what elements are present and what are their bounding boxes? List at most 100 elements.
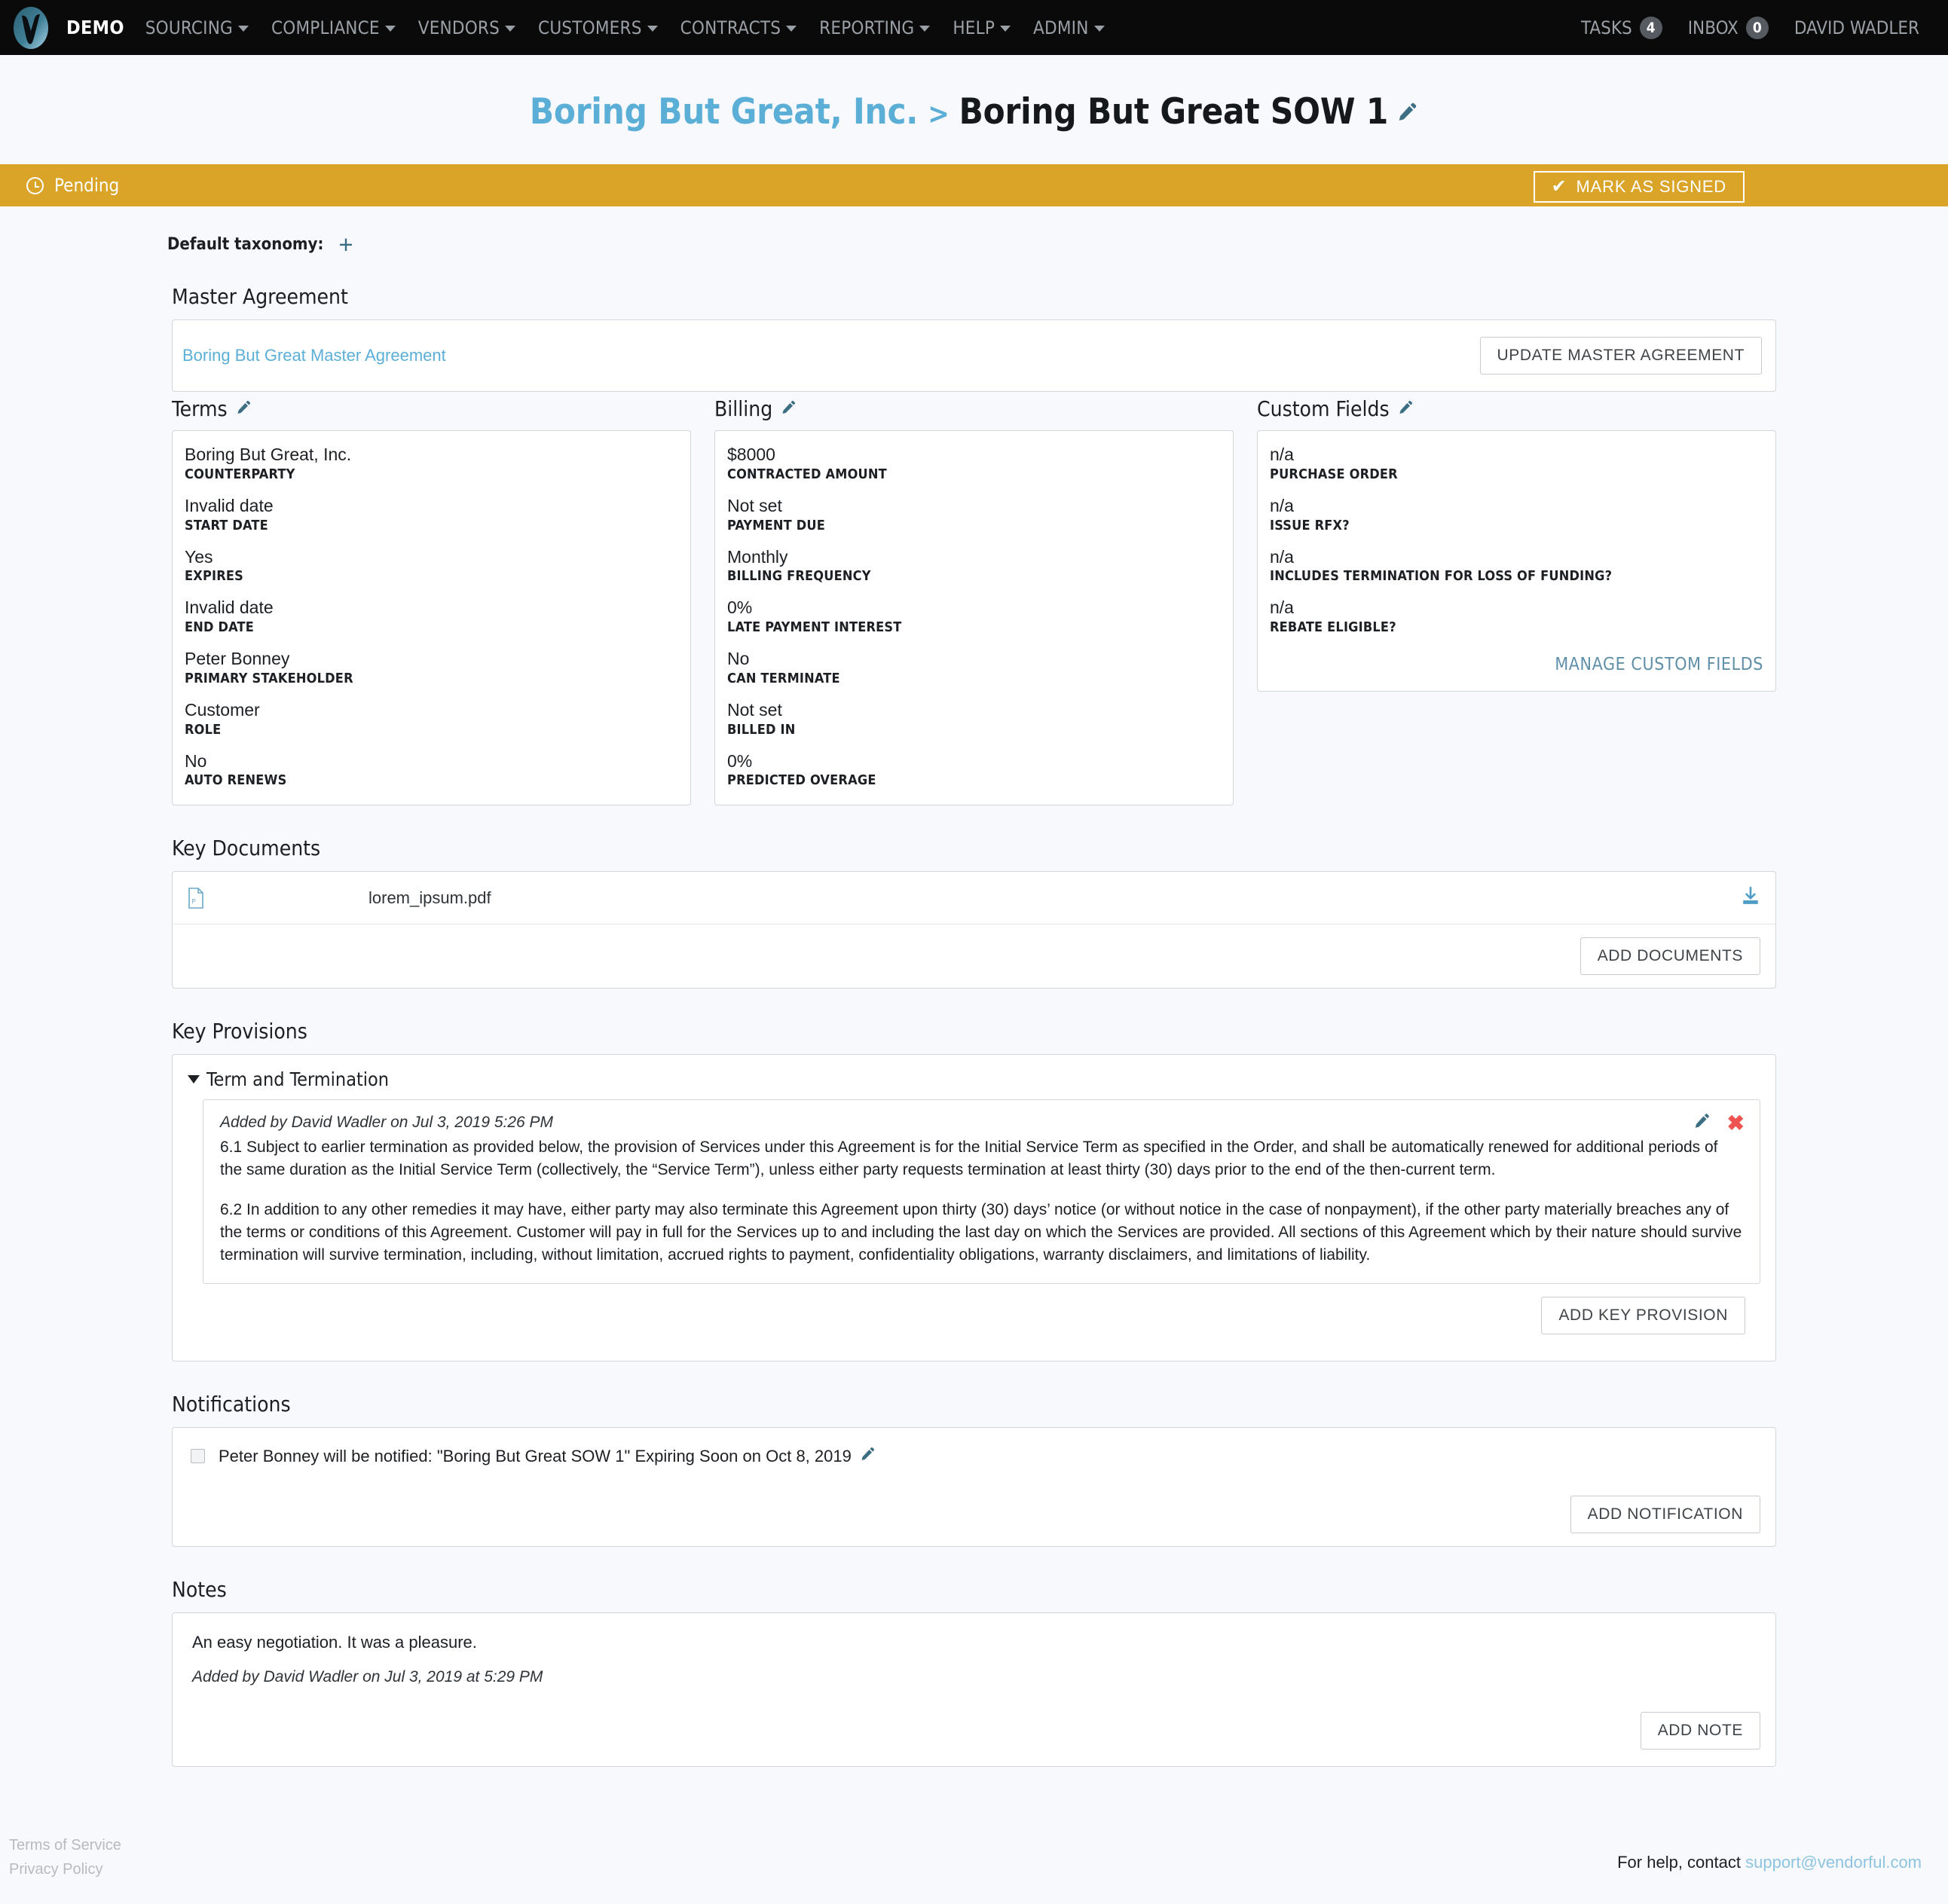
field-value: n/a: [1270, 546, 1294, 567]
key-provision-group-toggle[interactable]: Term and Termination: [188, 1068, 1760, 1090]
field-value: No: [727, 649, 750, 668]
app-logo[interactable]: [8, 0, 54, 55]
update-master-agreement-button[interactable]: UPDATE MASTER AGREEMENT: [1479, 337, 1762, 374]
master-agreement-heading: Master Agreement: [172, 284, 348, 309]
terms-field: Invalid date START DATE: [185, 495, 678, 533]
delete-key-provision-close-icon[interactable]: ✖: [1727, 1112, 1745, 1134]
pdf-file-icon: P: [188, 887, 218, 909]
nav-item-label: VENDORS: [417, 17, 500, 38]
field-value: Customer: [185, 699, 260, 720]
terms-field: Yes EXPIRES: [185, 546, 678, 585]
custom-fields-heading-row: Custom Fields: [1257, 396, 1776, 421]
notifications-panel: Peter Bonney will be notified: "Boring B…: [172, 1427, 1776, 1548]
status-indicator: Pending: [26, 175, 119, 196]
default-taxonomy-label: Default taxonomy:: [167, 235, 324, 254]
page-footer: Terms of Service Privacy Policy For help…: [0, 1797, 1948, 1904]
terms-field: Peter Bonney PRIMARY STAKEHOLDER: [185, 648, 678, 686]
master-agreement-link[interactable]: Boring But Great Master Agreement: [182, 346, 446, 365]
add-note-button[interactable]: ADD NOTE: [1640, 1712, 1760, 1750]
edit-custom-fields-pencil-icon[interactable]: [1397, 396, 1414, 421]
nav-item-sourcing[interactable]: SOURCING: [145, 17, 249, 38]
edit-title-pencil-icon[interactable]: [1396, 91, 1418, 133]
manage-custom-fields-link[interactable]: MANAGE CUSTOM FIELDS: [1270, 655, 1763, 674]
key-provision-paragraph: 6.1 Subject to earlier termination as pr…: [220, 1138, 1718, 1179]
note-text: An easy negotiation. It was a pleasure.: [192, 1633, 477, 1652]
nav-item-label: ADMIN: [1033, 17, 1089, 38]
add-notification-button[interactable]: ADD NOTIFICATION: [1570, 1496, 1760, 1534]
support-email-link[interactable]: support@vendorful.com: [1745, 1853, 1922, 1872]
nav-item-vendors[interactable]: VENDORS: [417, 17, 516, 38]
billing-field: 0% PREDICTED OVERAGE: [727, 750, 1221, 789]
details-columns: Terms Boring But Great, Inc. COUNTERPART…: [172, 396, 1776, 806]
add-key-provision-button[interactable]: ADD KEY PROVISION: [1541, 1297, 1745, 1335]
terms-field: Boring But Great, Inc. COUNTERPARTY: [185, 444, 678, 482]
key-provision-entry: ✖ Added by David Wadler on Jul 3, 2019 5…: [203, 1099, 1760, 1285]
edit-billing-pencil-icon[interactable]: [780, 396, 797, 421]
custom-fields-column: Custom Fields n/a PURCHASE ORDER n/a ISS…: [1257, 396, 1776, 692]
terms-heading: Terms: [172, 396, 228, 421]
custom-fields-panel: n/a PURCHASE ORDER n/a ISSUE RFX? n/a IN…: [1257, 430, 1776, 692]
check-icon: ✔: [1551, 176, 1567, 197]
key-provision-group-label: Term and Termination: [206, 1068, 390, 1091]
document-name[interactable]: lorem_ipsum.pdf: [368, 888, 1741, 908]
sections-container: Master Agreement Boring But Great Master…: [0, 284, 1948, 1768]
field-label: CAN TERMINATE: [727, 670, 840, 686]
main-content: Default taxonomy: + Master Agreement Bor…: [0, 206, 1948, 1797]
field-label: CONTRACTED AMOUNT: [727, 466, 887, 482]
key-documents-heading: Key Documents: [172, 836, 321, 861]
terms-panel: Boring But Great, Inc. COUNTERPARTY Inva…: [172, 430, 691, 806]
field-label: REBATE ELIGIBLE?: [1270, 619, 1396, 635]
clock-icon: [26, 176, 44, 194]
nav-item-help[interactable]: HELP: [953, 17, 1011, 38]
tasks-label: TASKS: [1581, 17, 1632, 38]
inbox-count-badge: 0: [1745, 16, 1769, 39]
notification-text: Peter Bonney will be notified: "Boring B…: [219, 1446, 852, 1465]
field-label: EXPIRES: [185, 568, 244, 585]
brand-label[interactable]: DEMO: [66, 17, 124, 38]
vendorful-v-logo-icon: [14, 6, 48, 49]
field-label: ROLE: [185, 721, 222, 738]
field-value: n/a: [1270, 495, 1294, 515]
breadcrumb: Boring But Great, Inc. > Boring But Grea…: [530, 91, 1418, 133]
nav-item-contracts[interactable]: CONTRACTS: [680, 17, 797, 38]
billing-field: No CAN TERMINATE: [727, 648, 1221, 686]
notification-row: Peter Bonney will be notified: "Boring B…: [173, 1428, 1775, 1483]
edit-key-provision-pencil-icon[interactable]: [1693, 1112, 1711, 1134]
notification-checkbox[interactable]: [191, 1449, 205, 1464]
mark-as-signed-button[interactable]: ✔ MARK AS SIGNED: [1533, 171, 1745, 203]
field-value: 0%: [727, 750, 753, 771]
add-documents-button[interactable]: ADD DOCUMENTS: [1580, 937, 1760, 976]
privacy-policy-link[interactable]: Privacy Policy: [9, 1857, 121, 1881]
user-name-label: DAVID WADLER: [1794, 17, 1919, 38]
chevron-down-icon: [384, 25, 396, 32]
terms-column: Terms Boring But Great, Inc. COUNTERPART…: [172, 396, 691, 806]
edit-terms-pencil-icon[interactable]: [235, 396, 252, 421]
page-title: Boring But Great SOW 1: [959, 91, 1389, 133]
field-label: BILLED IN: [727, 721, 796, 738]
custom-field: n/a REBATE ELIGIBLE?: [1270, 597, 1763, 635]
billing-heading: Billing: [714, 396, 773, 421]
document-row[interactable]: P lorem_ipsum.pdf: [173, 872, 1775, 925]
custom-fields-heading: Custom Fields: [1257, 396, 1390, 421]
master-agreement-panel: Boring But Great Master Agreement UPDATE…: [172, 319, 1776, 392]
field-label: START DATE: [185, 517, 268, 533]
nav-item-reporting[interactable]: REPORTING: [819, 17, 931, 38]
chevron-down-icon: [1000, 25, 1011, 32]
billing-field: Not set PAYMENT DUE: [727, 495, 1221, 533]
inbox-link[interactable]: INBOX 0: [1688, 16, 1769, 39]
nav-item-label: COMPLIANCE: [271, 17, 380, 38]
breadcrumb-parent-link[interactable]: Boring But Great, Inc.: [530, 91, 918, 133]
add-taxonomy-plus-icon[interactable]: +: [338, 232, 353, 257]
terms-of-service-link[interactable]: Terms of Service: [9, 1833, 121, 1857]
field-label: AUTO RENEWS: [185, 772, 287, 789]
nav-item-compliance[interactable]: COMPLIANCE: [271, 17, 396, 38]
custom-field: n/a PURCHASE ORDER: [1270, 444, 1763, 482]
download-icon[interactable]: [1741, 886, 1760, 909]
navbar-left-group: DEMO SOURCING COMPLIANCE VENDORS CUSTOME…: [8, 0, 1555, 55]
nav-item-admin[interactable]: ADMIN: [1033, 17, 1105, 38]
nav-item-customers[interactable]: CUSTOMERS: [538, 17, 658, 38]
edit-notification-pencil-icon[interactable]: [859, 1446, 876, 1466]
user-menu[interactable]: DAVID WADLER: [1794, 17, 1919, 38]
default-taxonomy-row: Default taxonomy: +: [0, 206, 1948, 257]
tasks-link[interactable]: TASKS 4: [1581, 16, 1662, 39]
